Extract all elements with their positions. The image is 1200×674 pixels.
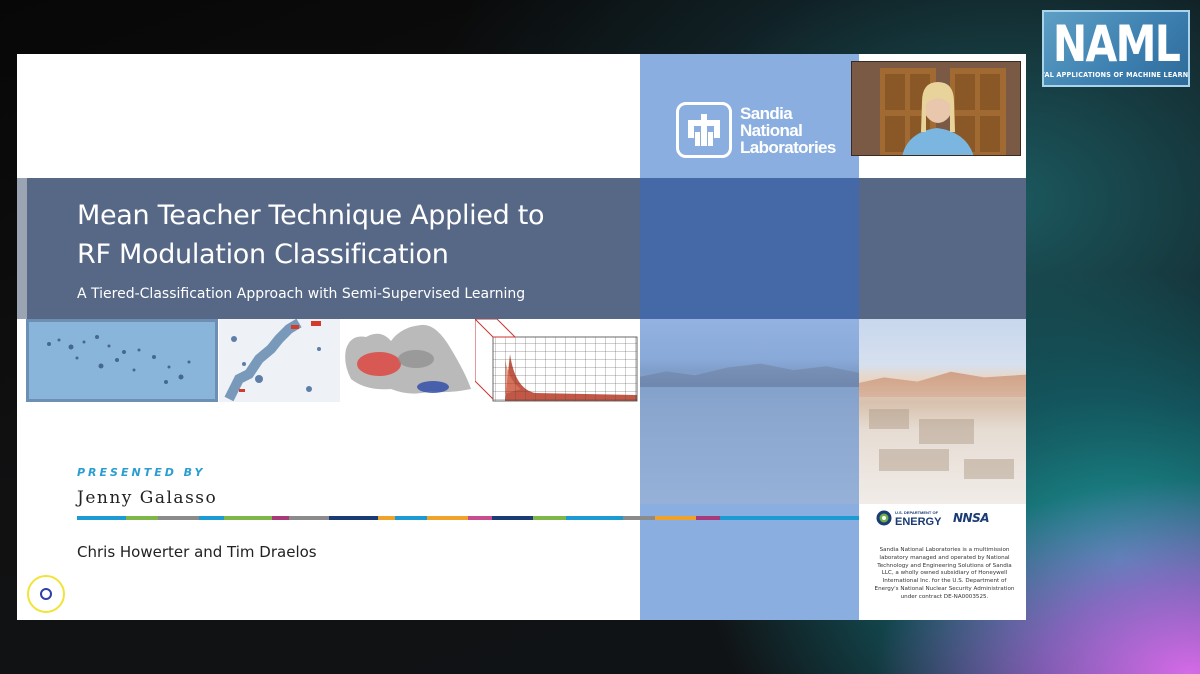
- presented-by-label: PRESENTED BY: [77, 466, 206, 479]
- color-bar-segment: [427, 516, 468, 520]
- naml-logo-subtitle: NAVAL APPLICATIONS OF MACHINE LEARNING: [1044, 70, 1189, 79]
- nnsa-logo: NNSA: [953, 511, 990, 525]
- color-bar-segment: [720, 516, 859, 520]
- scatter-thumbnail: [26, 319, 218, 402]
- color-bar-segment: [565, 516, 623, 520]
- color-bar-segment: [272, 516, 289, 520]
- color-bar-segment: [125, 516, 159, 520]
- cursor-ring-icon: [27, 575, 65, 613]
- landscape-photo: [640, 319, 1026, 504]
- presenter-name: Jenny Galasso: [77, 488, 218, 508]
- color-divider-bar: [77, 516, 859, 520]
- color-bar-segment: [223, 516, 273, 520]
- color-bar-segment: [622, 516, 656, 520]
- slide-title: Mean Teacher Technique Applied to RF Mod…: [77, 200, 545, 270]
- sandia-thunderbird-icon: [676, 102, 732, 158]
- embedding-thumbnail: [341, 319, 474, 402]
- color-bar-segment: [655, 516, 696, 520]
- sandia-wordmark: Sandia National Laboratories: [740, 103, 836, 157]
- color-bar-segment: [158, 516, 200, 520]
- map-thumbnail: [219, 319, 340, 402]
- color-bar-segment: [288, 516, 330, 520]
- presenter-webcam: [851, 61, 1021, 156]
- doe-seal-icon: [876, 510, 892, 525]
- naml-logo: NAML NAVAL APPLICATIONS OF MACHINE LEARN…: [1042, 10, 1190, 87]
- color-bar-segment: [394, 516, 428, 520]
- slide-subtitle: A Tiered-Classification Approach with Se…: [77, 286, 526, 302]
- color-bar-segment: [329, 516, 379, 520]
- naml-logo-title: NAML: [1052, 14, 1181, 73]
- color-bar-segment: [467, 516, 493, 520]
- color-bar-segment: [492, 516, 534, 520]
- coauthors: Chris Howerter and Tim Draelos: [77, 543, 317, 561]
- color-bar-segment: [378, 516, 395, 520]
- color-bar-segment: [199, 516, 224, 520]
- heatmap-grid-thumbnail: [475, 319, 640, 402]
- color-bar-segment: [695, 516, 721, 520]
- color-bar-segment: [77, 516, 126, 520]
- doe-logo: U.S. DEPARTMENT OF ENERGY: [876, 509, 941, 528]
- disclaimer-text: Sandia National Laboratories is a multim…: [874, 547, 1015, 600]
- color-bar-segment: [533, 516, 566, 520]
- sandia-logo: Sandia National Laboratories: [676, 102, 836, 158]
